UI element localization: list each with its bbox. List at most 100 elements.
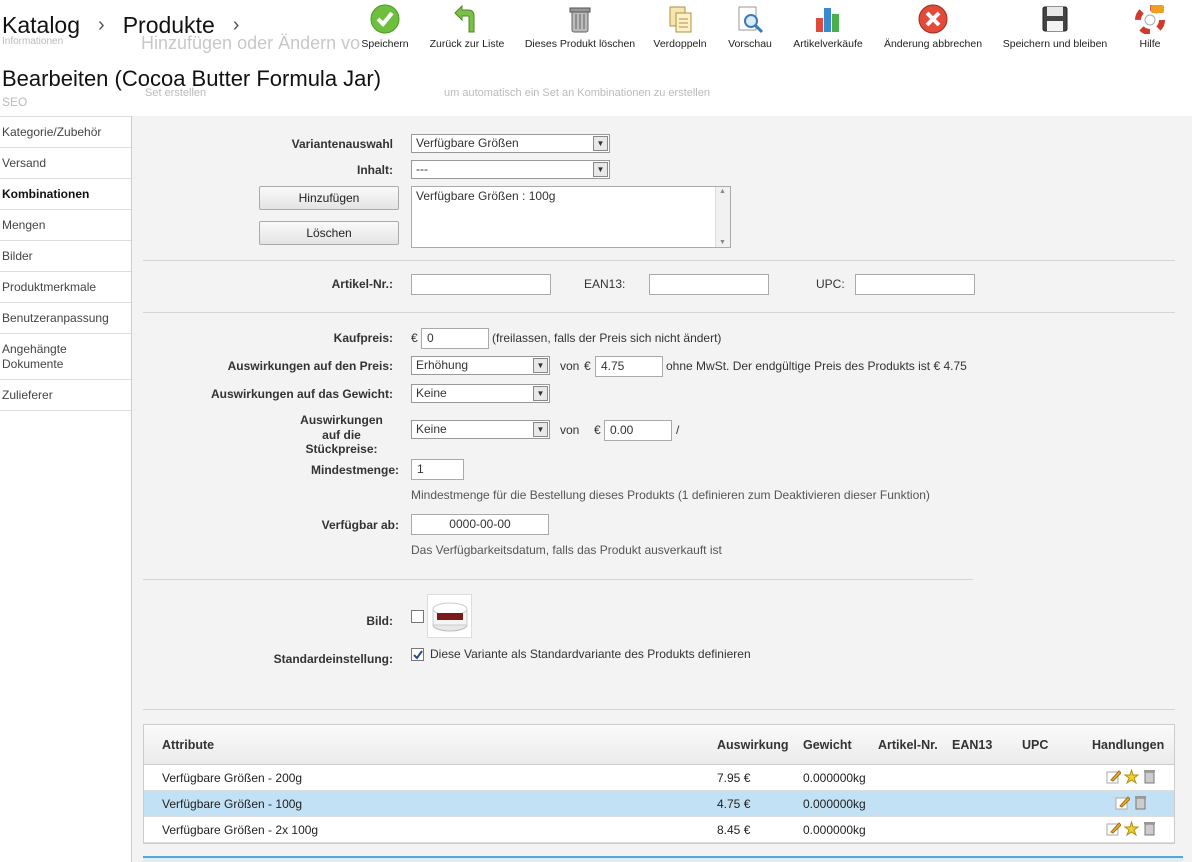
ghost-tab-seo: SEO xyxy=(2,95,28,109)
available-date-field[interactable]: 0000-00-00 xyxy=(411,514,549,535)
toolbar-label: Zurück zur Liste xyxy=(429,38,505,50)
toolbar-back-button[interactable]: Zurück zur Liste xyxy=(426,4,508,50)
toolbar-save-stay-button[interactable]: Speichern und bleiben xyxy=(1000,4,1110,50)
sidebar-item-produktmerkmale[interactable]: Produktmerkmale xyxy=(0,272,131,303)
scroll-up-icon: ▲ xyxy=(719,188,726,195)
default-checkbox[interactable] xyxy=(411,648,424,661)
info-bar xyxy=(143,856,1183,862)
weight-impact-select[interactable]: Keine ▼ xyxy=(411,384,550,403)
unit-impact-select[interactable]: Keine ▼ xyxy=(411,420,550,439)
sidebar-item-zulieferer[interactable]: Zulieferer xyxy=(0,380,131,411)
price-impact-label: Auswirkungen auf den Preis: xyxy=(227,359,393,373)
scroll-down-icon: ▼ xyxy=(719,239,726,246)
toolbar-save-button[interactable]: Speichern xyxy=(360,4,410,50)
combinations-table: Attribute Auswirkung Gewicht Artikel-Nr.… xyxy=(143,724,1175,844)
weight-impact-label: Auswirkungen auf das Gewicht: xyxy=(210,387,393,401)
price-impact-amount-field[interactable]: 4.75 xyxy=(595,356,663,377)
add-button[interactable]: Hinzufügen xyxy=(259,186,399,210)
unit-impact-label: Auswirkungen auf die Stückpreise: xyxy=(290,413,393,457)
breadcrumb: Katalog › Produkte › xyxy=(2,12,239,39)
list-item[interactable]: Verfügbare Größen : 100g xyxy=(416,189,726,203)
min-qty-hint: Mindestmenge für die Bestellung dieses P… xyxy=(411,488,930,502)
sidebar-item-kategorie[interactable]: Kategorie/Zubehör xyxy=(0,117,131,148)
page: Informationen SEO Hinzufügen oder Ändern… xyxy=(0,0,1192,862)
checkmark-icon xyxy=(413,650,423,660)
duplicate-icon xyxy=(665,4,695,34)
lifebuoy-icon xyxy=(1135,4,1165,34)
article-field[interactable] xyxy=(411,274,551,295)
toolbar-sales-button[interactable]: Artikelverkäufe xyxy=(790,4,866,50)
sidebar-item-dokumente[interactable]: Angehängte Dokumente xyxy=(0,334,131,380)
unit-slash: / xyxy=(676,423,680,437)
sidebar-item-benutzeranpassung[interactable]: Benutzeranpassung xyxy=(0,303,131,334)
image-checkbox[interactable] xyxy=(411,610,424,623)
ean-field[interactable] xyxy=(649,274,769,295)
upc-field[interactable] xyxy=(855,274,975,295)
variant-select[interactable]: Verfügbare Größen ▼ xyxy=(411,134,610,153)
selected-variants-list[interactable]: Verfügbare Größen : 100g ▲ ▼ xyxy=(411,186,731,248)
divider xyxy=(143,260,1175,261)
content-select[interactable]: --- ▼ xyxy=(411,160,610,179)
divider xyxy=(143,709,1175,710)
toolbar-label: Speichern und bleiben xyxy=(1002,38,1108,50)
sidebar-item-mengen[interactable]: Mengen xyxy=(0,210,131,241)
sidebar-item-bilder[interactable]: Bilder xyxy=(0,241,131,272)
default-star-icon[interactable] xyxy=(1124,769,1139,784)
chevron-right-icon: › xyxy=(98,14,105,36)
chevron-down-icon: ▼ xyxy=(533,358,548,373)
von-label: von xyxy=(560,359,580,373)
final-price-text: ohne MwSt. Der endgültige Preis des Prod… xyxy=(666,359,967,373)
purchase-price-field[interactable]: 0 xyxy=(421,328,489,349)
header: Informationen SEO Hinzufügen oder Ändern… xyxy=(0,0,1192,120)
table-row[interactable]: Verfügbare Größen - 2x 100g 8.45 € 0.000… xyxy=(144,817,1174,843)
save-disk-icon xyxy=(1040,4,1070,34)
chevron-down-icon: ▼ xyxy=(593,136,608,151)
purchase-label: Kaufpreis: xyxy=(333,331,393,345)
table-row[interactable]: Verfügbare Größen - 200g 7.95 € 0.000000… xyxy=(144,765,1174,791)
toolbar-label: Hilfe xyxy=(1139,38,1161,50)
breadcrumb-katalog[interactable]: Katalog xyxy=(2,12,80,39)
chevron-down-icon: ▼ xyxy=(533,422,548,437)
available-hint: Das Verfügbarkeitsdatum, falls das Produ… xyxy=(411,543,722,557)
trash-icon[interactable] xyxy=(1142,769,1157,784)
sidebar-item-versand[interactable]: Versand xyxy=(0,148,131,179)
toolbar-preview-button[interactable]: Vorschau xyxy=(724,4,776,50)
unit-impact-value: Keine xyxy=(416,422,447,436)
edit-icon[interactable] xyxy=(1106,769,1121,784)
variant-label: Variantenauswahl xyxy=(291,137,393,151)
col-weight: Gewicht xyxy=(803,738,852,752)
variant-select-value: Verfügbare Größen xyxy=(416,136,519,150)
trash-icon[interactable] xyxy=(1133,795,1148,810)
scrollbar[interactable]: ▲ ▼ xyxy=(715,187,730,247)
min-qty-label: Mindestmenge: xyxy=(310,463,399,477)
toolbar-label: Verdoppeln xyxy=(653,38,707,50)
article-label: Artikel-Nr.: xyxy=(331,277,393,291)
sidebar-item-kombinationen[interactable]: Kombinationen xyxy=(0,179,131,210)
trash-icon[interactable] xyxy=(1142,821,1157,836)
default-star-icon[interactable] xyxy=(1124,821,1139,836)
col-attribute: Attribute xyxy=(162,738,215,752)
toolbar-label: Vorschau xyxy=(728,38,772,50)
toolbar: Speichern Zurück zur Liste Dieses Produk… xyxy=(350,4,1192,54)
table-row[interactable]: Verfügbare Größen - 100g 4.75 € 0.000000… xyxy=(144,791,1174,817)
min-qty-field[interactable]: 1 xyxy=(411,459,464,480)
toolbar-help-button[interactable]: Hilfe xyxy=(1132,4,1168,50)
check-icon xyxy=(370,4,400,34)
unit-impact-amount-field[interactable]: 0.00 xyxy=(604,420,672,441)
toolbar-label: Änderung abbrechen xyxy=(883,38,983,50)
edit-icon[interactable] xyxy=(1106,821,1121,836)
content-select-value: --- xyxy=(416,162,428,176)
currency-symbol: € xyxy=(594,423,601,437)
toolbar-delete-button[interactable]: Dieses Produkt löschen xyxy=(522,4,638,50)
image-label: Bild: xyxy=(366,614,393,628)
delete-button[interactable]: Löschen xyxy=(259,221,399,245)
breadcrumb-produkte[interactable]: Produkte xyxy=(123,12,215,39)
preview-icon xyxy=(735,4,765,34)
edit-icon[interactable] xyxy=(1115,795,1130,810)
toolbar-cancel-button[interactable]: Änderung abbrechen xyxy=(880,4,986,50)
row-actions xyxy=(1106,769,1157,784)
upc-label: UPC: xyxy=(816,277,845,291)
toolbar-duplicate-button[interactable]: Verdoppeln xyxy=(652,4,708,50)
price-impact-select[interactable]: Erhöhung ▼ xyxy=(411,356,550,375)
product-thumbnail[interactable] xyxy=(427,594,472,638)
